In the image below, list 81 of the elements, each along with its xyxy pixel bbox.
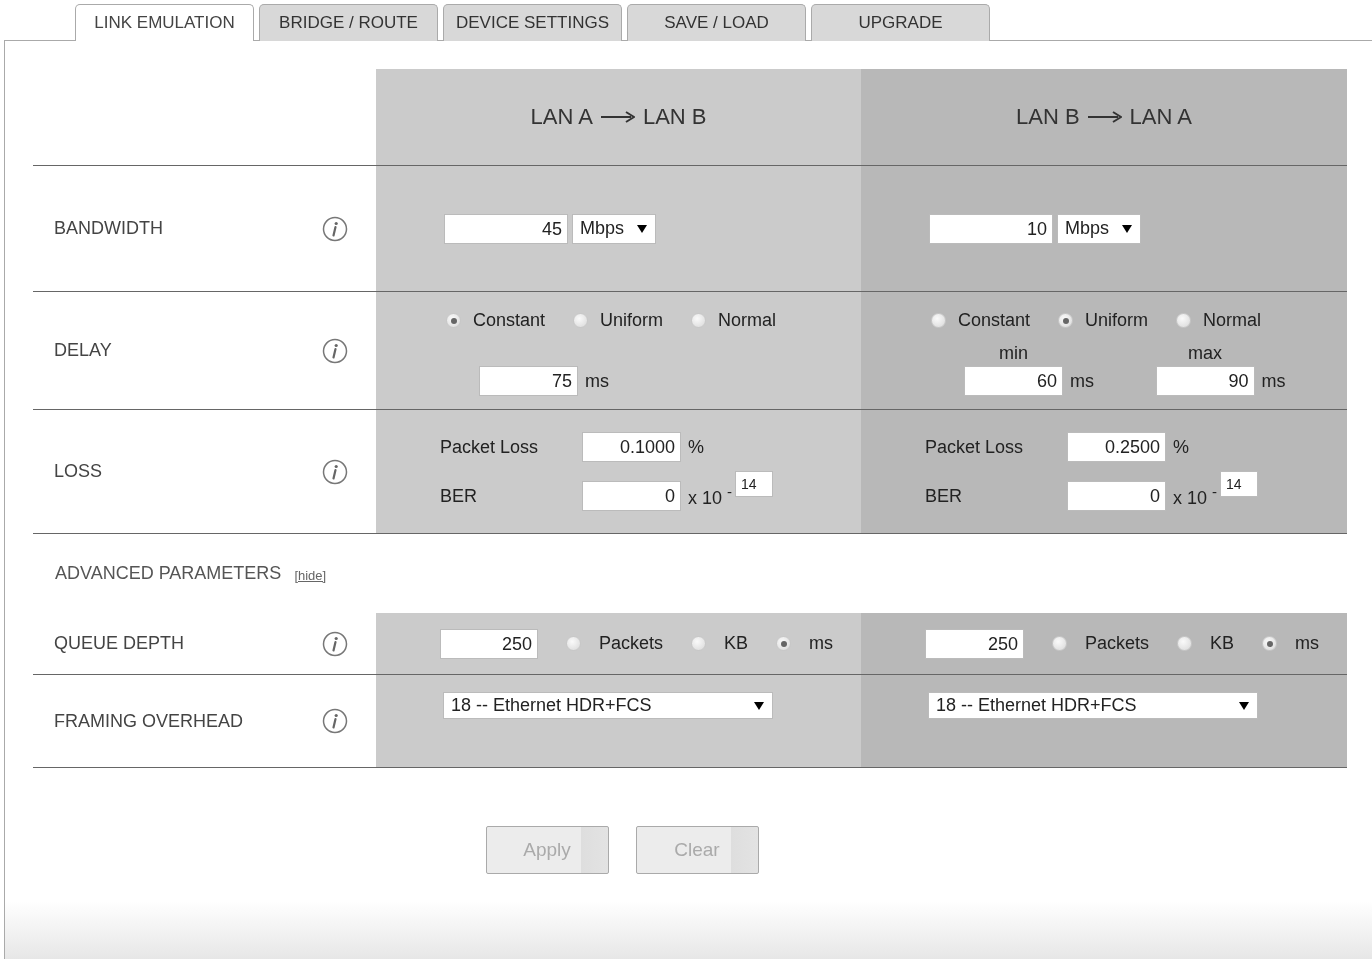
option-label: Packets	[598, 633, 663, 654]
option-label: Uniform	[600, 310, 664, 331]
parameter-label: QUEUE DEPTH	[54, 633, 185, 654]
caret-icon	[754, 701, 764, 710]
tab[interactable]: BRIDGE / ROUTE	[259, 4, 438, 41]
direction-source: LAN A	[530, 104, 593, 130]
section-title: ADVANCED PARAMETERS	[55, 563, 282, 584]
option-label: Normal	[718, 310, 777, 331]
option-label: ms	[1295, 633, 1319, 654]
field-label: BER	[925, 485, 963, 507]
unit-label: %	[1173, 436, 1189, 458]
parameter-label: FRAMING OVERHEAD	[54, 710, 244, 732]
exponent-input[interactable]: 14	[735, 471, 774, 497]
field-caption: min	[998, 343, 1029, 364]
field-label: BER	[440, 485, 478, 507]
option-label: Packets	[1084, 633, 1149, 654]
parameter-label: BANDWIDTH	[54, 218, 163, 239]
packet-loss-input[interactable]: 0.2500	[1067, 432, 1166, 462]
delay-input[interactable]: 60	[964, 366, 1063, 396]
option-label: Constant	[958, 310, 1031, 331]
radio-button[interactable]	[1051, 636, 1067, 651]
radio-button[interactable]	[1176, 313, 1192, 328]
unit-label: ms	[1070, 370, 1094, 392]
arrow-icon	[1087, 111, 1122, 123]
bandwidth-input[interactable]: 10	[929, 213, 1053, 244]
parameter-label: LOSS	[54, 461, 103, 482]
tab[interactable]: DEVICE SETTINGS	[443, 4, 622, 41]
parameter-label: DELAY	[54, 340, 112, 361]
unit-label: ms	[1261, 370, 1286, 392]
queue-depth-input[interactable]: 250	[440, 628, 538, 659]
exponent-input[interactable]: 14	[1220, 471, 1259, 497]
framing-dropdown[interactable]: 18 -- Ethernet HDR+FCS	[928, 692, 1258, 719]
delay-input[interactable]: 75	[479, 366, 578, 396]
hide-link[interactable]: [hide]	[294, 568, 327, 583]
tab[interactable]: LINK EMULATION	[75, 4, 254, 41]
field-label: Packet Loss	[925, 436, 1025, 458]
queue-depth-input[interactable]: 250	[925, 628, 1024, 659]
radio-button[interactable]	[691, 313, 707, 328]
unit-dropdown[interactable]: Mbps	[572, 213, 656, 244]
caret-icon	[1122, 224, 1132, 233]
ber-input[interactable]: 0	[582, 481, 681, 511]
framing-dropdown[interactable]: 18 -- Ethernet HDR+FCS	[443, 692, 773, 719]
radio-button[interactable]	[573, 313, 589, 328]
radio-button[interactable]	[446, 313, 461, 328]
caret-icon	[637, 224, 647, 233]
option-label: Constant	[473, 310, 546, 331]
field-label: Packet Loss	[440, 436, 540, 458]
radio-button[interactable]	[931, 313, 946, 328]
bandwidth-input[interactable]: 45	[444, 213, 568, 244]
radio-button[interactable]	[691, 636, 706, 651]
info-icon[interactable]	[322, 215, 348, 242]
info-icon[interactable]	[322, 708, 348, 734]
ber-input[interactable]: 0	[1067, 481, 1166, 511]
tab[interactable]: SAVE / LOAD	[627, 4, 806, 41]
radio-button[interactable]	[1262, 636, 1277, 651]
tab[interactable]: UPGRADE	[811, 4, 990, 41]
direction-target: LAN A	[1129, 104, 1192, 130]
unit-dropdown[interactable]: Mbps	[1057, 213, 1141, 244]
direction-source: LAN B	[1016, 104, 1080, 130]
info-icon[interactable]	[322, 458, 348, 485]
info-icon[interactable]	[322, 630, 348, 657]
radio-button[interactable]	[776, 636, 791, 651]
radio-button[interactable]	[1177, 636, 1192, 651]
option-label: Uniform	[1085, 310, 1149, 331]
option-label: KB	[724, 633, 748, 654]
caret-icon	[1239, 701, 1249, 710]
field-caption: max	[1187, 343, 1223, 364]
info-icon[interactable]	[322, 337, 348, 364]
radio-button[interactable]	[1058, 313, 1074, 328]
radio-button[interactable]	[565, 636, 581, 651]
direction-target: LAN B	[642, 104, 707, 130]
packet-loss-input[interactable]: 0.1000	[582, 432, 681, 462]
unit-label: ms	[585, 370, 609, 392]
delay-input[interactable]: 90	[1155, 366, 1255, 396]
unit-label: %	[688, 436, 704, 458]
multiplier-label: x 10 $^{-}$	[1173, 483, 1218, 509]
option-label: ms	[809, 633, 833, 654]
option-label: KB	[1210, 633, 1234, 654]
arrow-icon	[600, 111, 635, 123]
multiplier-label: x 10 $^{-}$	[688, 483, 733, 509]
option-label: Normal	[1203, 310, 1262, 331]
